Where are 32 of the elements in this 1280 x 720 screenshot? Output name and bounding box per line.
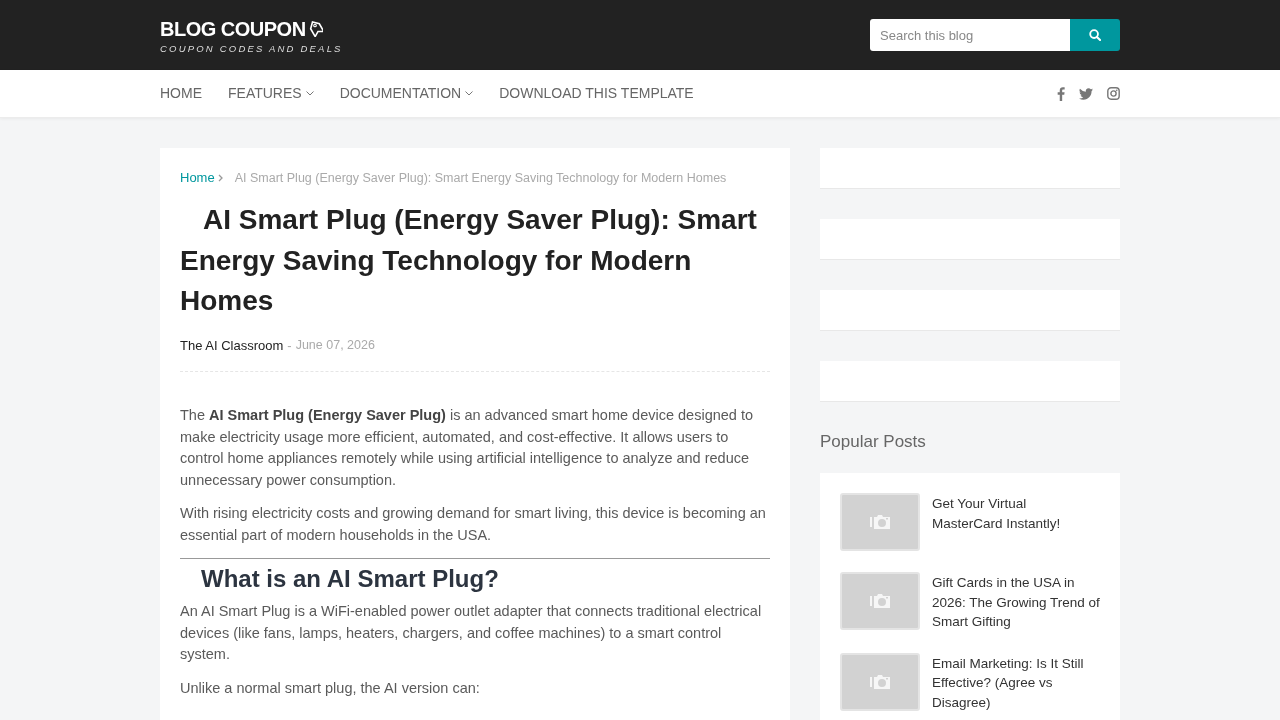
twitter-icon[interactable] bbox=[1079, 87, 1093, 100]
nav-link[interactable]: DOCUMENTATION bbox=[339, 83, 474, 104]
nav-link[interactable]: HOME bbox=[160, 83, 202, 104]
breadcrumb-current-page: AI Smart Plug (Energy Saver Plug): Smart Energy Saving Technology for Modern Homes bbox=[234, 169, 727, 187]
meta-separator: - bbox=[287, 336, 292, 355]
popular-post-link[interactable]: Gift Cards in the USA in 2026: The Growing Trend of Smart Gifting bbox=[932, 572, 1100, 632]
body-paragraph: Unlike a normal smart plug, the AI version can: bbox=[180, 678, 481, 698]
body-paragraph: An AI Smart Plug is a WiFi-enabled power outlet adapter that connects traditional electrical devices (like fans, lamps, heaters, chargers, and coffee machines) to a smart control system. bbox=[180, 602, 763, 664]
breadcrumb-link[interactable]: Home bbox=[180, 168, 215, 188]
post-date: June 07, 2026 bbox=[295, 336, 375, 354]
facebook-icon[interactable] bbox=[1057, 86, 1065, 101]
chevron-right-icon bbox=[217, 174, 223, 182]
camera-icon bbox=[870, 515, 890, 529]
body-paragraph: With rising electricity costs and growing demand for smart living, this device is becoming an essential part of modern households in the USA. bbox=[180, 504, 767, 545]
body-paragraph: The AI Smart Plug (Energy Saver Plug) is an advanced smart home device designed to make electricity usage more efficient, automated, and cost-effective. It allows users to control home appliances remotely while using artificial intelligence to analyze and reduce unnecessary power consumption. bbox=[180, 406, 755, 490]
nav-link[interactable]: FEATURES bbox=[228, 83, 314, 104]
post-title: AI Smart Plug (Energy Saver Plug): Smart Energy Saving Technology for Modern Homes bbox=[180, 203, 758, 318]
nav-link[interactable]: DOWNLOAD THIS TEMPLATE bbox=[499, 83, 694, 104]
popular-post-link[interactable]: Get Your Virtual MasterCard Instantly! bbox=[932, 493, 1100, 533]
widget-title: Popular Posts bbox=[820, 431, 927, 453]
instagram-icon[interactable] bbox=[1107, 87, 1120, 100]
tag-icon bbox=[308, 20, 323, 37]
camera-icon bbox=[870, 594, 890, 608]
popular-post-link[interactable]: Email Marketing: Is It Still Effective? (Agree vs Disagree) bbox=[932, 652, 1100, 712]
section-heading: What is an AI Smart Plug? bbox=[200, 564, 500, 594]
blog-logo-title[interactable]: BLOG COUPON bbox=[160, 17, 306, 40]
search-button[interactable] bbox=[1070, 19, 1120, 51]
camera-icon bbox=[870, 674, 890, 689]
search-field[interactable]: Search this blog bbox=[870, 19, 1070, 51]
search-icon bbox=[1089, 29, 1101, 41]
post-author[interactable]: The AI Classroom bbox=[180, 335, 284, 355]
blog-tagline: COUPON CODES AND DEALS bbox=[160, 42, 343, 55]
